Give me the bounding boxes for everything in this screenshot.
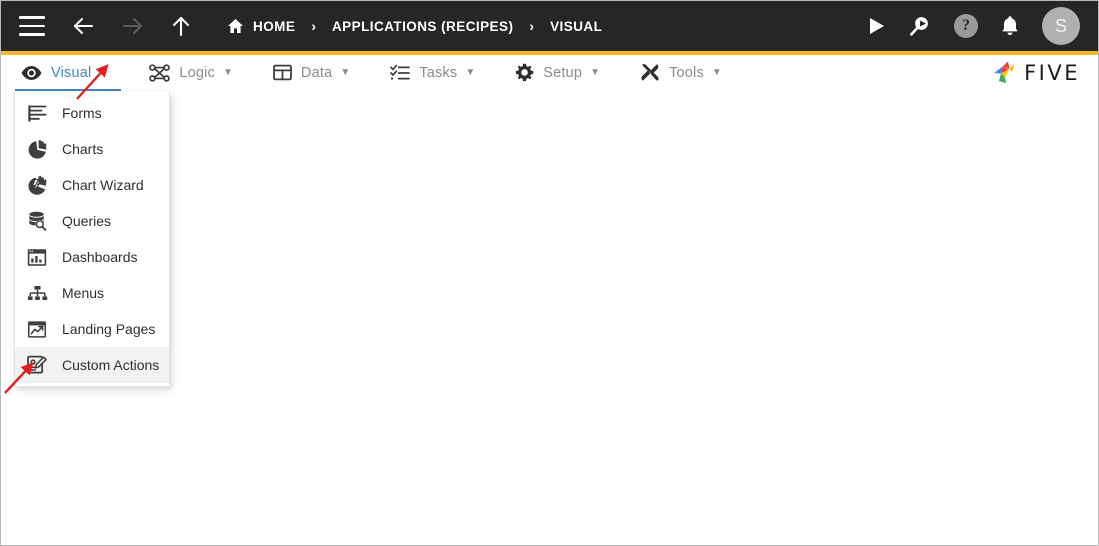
table-grid-icon bbox=[273, 64, 292, 81]
menu-item-label: Setup bbox=[543, 64, 583, 81]
dropdown-item-label: Charts bbox=[62, 141, 104, 157]
chevron-down-icon: ▼ bbox=[465, 66, 476, 78]
help-icon[interactable]: ? bbox=[954, 14, 978, 38]
dropdown-item-label: Landing Pages bbox=[62, 321, 156, 337]
dropdown-item-menus[interactable]: Menus bbox=[15, 275, 169, 311]
eye-icon bbox=[21, 65, 42, 81]
breadcrumb-label: HOME bbox=[253, 18, 296, 34]
dropdown-item-queries[interactable]: Queries bbox=[15, 203, 169, 239]
five-logo: FIVE bbox=[990, 59, 1080, 86]
dropdown-item-label: Dashboards bbox=[62, 249, 138, 265]
menu-item-label: Visual bbox=[51, 64, 92, 81]
application-window: HOME › APPLICATIONS (RECIPES) › VISUAL ?… bbox=[0, 0, 1099, 546]
menu-item-data[interactable]: Data ▼ bbox=[273, 55, 350, 91]
dropdown-item-label: Menus bbox=[62, 285, 105, 301]
topbar-left-group: HOME › APPLICATIONS (RECIPES) › VISUAL bbox=[19, 15, 868, 37]
logic-nodes-icon bbox=[149, 63, 171, 82]
menu-item-tasks[interactable]: Tasks ▼ bbox=[390, 55, 475, 91]
hierarchy-icon bbox=[24, 281, 50, 305]
menu-item-logic[interactable]: Logic ▼ bbox=[149, 55, 233, 91]
custom-action-icon bbox=[24, 353, 50, 377]
home-icon bbox=[227, 18, 244, 34]
topbar-action-group: ? S bbox=[868, 7, 1084, 45]
chevron-down-icon: ▼ bbox=[711, 66, 722, 78]
pie-chart-icon bbox=[24, 137, 50, 161]
landing-page-icon bbox=[24, 317, 50, 341]
breadcrumb-item-home[interactable]: HOME bbox=[227, 18, 295, 34]
avatar[interactable]: S bbox=[1042, 7, 1080, 45]
menu-item-setup[interactable]: Setup ▼ bbox=[515, 55, 600, 91]
module-menu-bar: Visual ▼ Logic ▼ Data ▼ Tasks ▼ Setup ▼ … bbox=[1, 55, 1098, 93]
menu-item-label: Data bbox=[300, 64, 333, 81]
chevron-down-icon: ▼ bbox=[340, 66, 351, 78]
search-icon[interactable] bbox=[908, 14, 932, 38]
wrench-screwdriver-icon bbox=[640, 63, 660, 82]
dropdown-item-dashboards[interactable]: Dashboards bbox=[15, 239, 169, 275]
chevron-down-icon: ▼ bbox=[99, 66, 110, 78]
chart-wizard-icon bbox=[24, 173, 50, 197]
breadcrumb: HOME › APPLICATIONS (RECIPES) › VISUAL bbox=[227, 18, 602, 34]
visual-dropdown-menu: Forms Charts Chart Wizard Queries Dashbo… bbox=[14, 92, 170, 387]
dropdown-item-label: Chart Wizard bbox=[62, 177, 144, 193]
dropdown-item-forms[interactable]: Forms bbox=[15, 95, 169, 131]
dropdown-item-chart-wizard[interactable]: Chart Wizard bbox=[15, 167, 169, 203]
menu-item-tools[interactable]: Tools ▼ bbox=[640, 55, 722, 91]
chevron-down-icon: ▼ bbox=[223, 66, 233, 78]
avatar-initial: S bbox=[1054, 15, 1067, 36]
breadcrumb-label: APPLICATIONS (RECIPES) bbox=[331, 18, 514, 34]
database-search-icon bbox=[24, 209, 50, 233]
chevron-down-icon: ▼ bbox=[590, 66, 601, 78]
breadcrumb-separator: › bbox=[529, 18, 535, 34]
breadcrumb-item-applications[interactable]: APPLICATIONS (RECIPES) bbox=[332, 19, 513, 34]
form-lines-icon bbox=[24, 101, 50, 125]
dropdown-item-label: Forms bbox=[62, 105, 102, 121]
checklist-icon bbox=[390, 64, 411, 81]
five-wordmark: FIVE bbox=[1024, 60, 1080, 85]
dropdown-item-charts[interactable]: Charts bbox=[15, 131, 169, 167]
arrow-left-icon[interactable] bbox=[71, 16, 95, 36]
bell-icon[interactable] bbox=[1000, 15, 1020, 37]
five-mark-icon bbox=[994, 61, 1015, 83]
gear-icon bbox=[515, 63, 534, 82]
dropdown-item-custom-actions[interactable]: Custom Actions bbox=[15, 347, 169, 383]
dashboard-icon bbox=[24, 245, 50, 269]
menu-item-label: Tools bbox=[669, 64, 704, 81]
menu-item-label: Logic bbox=[179, 64, 216, 81]
play-icon[interactable] bbox=[868, 16, 886, 36]
menu-item-label: Tasks bbox=[419, 64, 458, 81]
top-navigation-bar: HOME › APPLICATIONS (RECIPES) › VISUAL ?… bbox=[1, 1, 1098, 51]
dropdown-item-label: Custom Actions bbox=[62, 357, 160, 373]
dropdown-item-landing-pages[interactable]: Landing Pages bbox=[15, 311, 169, 347]
hamburger-icon[interactable] bbox=[19, 16, 45, 36]
breadcrumb-label: VISUAL bbox=[550, 18, 603, 34]
help-glyph: ? bbox=[962, 17, 970, 34]
breadcrumb-separator: › bbox=[311, 18, 316, 34]
arrow-up-icon[interactable] bbox=[171, 15, 191, 37]
menu-item-visual[interactable]: Visual ▼ bbox=[15, 55, 121, 93]
breadcrumb-item-visual[interactable]: VISUAL bbox=[550, 19, 602, 34]
arrow-right-icon bbox=[121, 16, 145, 36]
dropdown-item-label: Queries bbox=[62, 213, 112, 229]
